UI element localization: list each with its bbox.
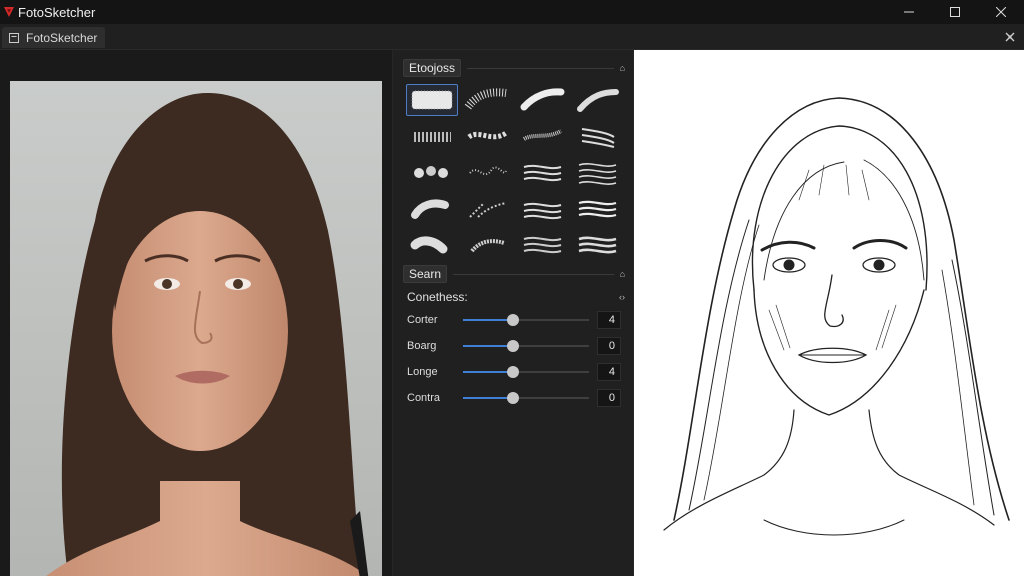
brush-preset[interactable] bbox=[406, 156, 458, 188]
brush-preset[interactable] bbox=[461, 156, 513, 188]
section-divider bbox=[467, 67, 614, 69]
brush-stroke-icon bbox=[470, 239, 505, 253]
brush-preset[interactable] bbox=[406, 192, 458, 224]
section-divider bbox=[453, 273, 614, 275]
brush-stroke-icon bbox=[411, 90, 453, 110]
brush-grid bbox=[406, 84, 620, 260]
brush-stroke-icon bbox=[523, 164, 562, 182]
brush-preset[interactable] bbox=[516, 120, 568, 152]
brush-stroke-icon bbox=[469, 166, 507, 176]
slider-track[interactable] bbox=[463, 340, 589, 352]
slider-row: Longe 4 bbox=[407, 362, 621, 382]
brush-stroke-icon bbox=[469, 202, 507, 218]
brush-stroke-icon bbox=[467, 130, 508, 140]
maximize-icon bbox=[950, 7, 960, 17]
brushes-section-title: Etoojoss bbox=[403, 59, 462, 77]
slider-thumb[interactable] bbox=[507, 392, 520, 404]
settings-panel: Etoojoss ⌂ Searn ⌂ Conethess: ‹› Corter 4… bbox=[392, 50, 634, 576]
brush-preset[interactable] bbox=[516, 192, 568, 224]
brush-stroke-icon bbox=[520, 88, 565, 111]
search-section-title: Searn bbox=[403, 265, 448, 283]
brush-preset[interactable] bbox=[571, 192, 623, 224]
brush-preset[interactable] bbox=[516, 84, 568, 116]
brush-preset[interactable] bbox=[571, 84, 623, 116]
slider-label: Boarg bbox=[407, 340, 437, 352]
brush-preset[interactable] bbox=[571, 120, 623, 152]
slider-value-field[interactable]: 4 bbox=[597, 363, 621, 381]
brush-stroke-icon bbox=[411, 199, 449, 219]
close-button[interactable] bbox=[978, 0, 1024, 24]
brush-preset[interactable] bbox=[406, 120, 458, 152]
brushes-section-header[interactable]: Etoojoss ⌂ bbox=[403, 58, 625, 78]
brush-stroke-icon bbox=[464, 88, 507, 110]
slider-value-field[interactable]: 0 bbox=[597, 389, 621, 407]
brush-stroke-icon bbox=[578, 200, 617, 218]
pin-icon[interactable] bbox=[1004, 31, 1016, 43]
slider-fill bbox=[463, 397, 514, 399]
tab-fotosketcher[interactable]: FotoSketcher bbox=[2, 27, 106, 48]
brush-preset[interactable] bbox=[406, 84, 458, 116]
search-section-header[interactable]: Searn ⌂ bbox=[403, 264, 625, 284]
slider-row: Contra 0 bbox=[407, 388, 621, 408]
app-logo-icon bbox=[4, 7, 14, 17]
sketch-preview-pane bbox=[634, 50, 1024, 576]
slider-label: Longe bbox=[407, 366, 438, 378]
slider-value-field[interactable]: 4 bbox=[597, 311, 621, 329]
collapse-icon[interactable]: ‹› bbox=[619, 292, 625, 302]
tab-label: FotoSketcher bbox=[26, 30, 98, 45]
slider-fill bbox=[463, 319, 514, 321]
maximize-button[interactable] bbox=[932, 0, 978, 24]
tab-bar: FotoSketcher bbox=[0, 24, 1024, 50]
brush-preset[interactable] bbox=[461, 192, 513, 224]
parameters-title: Conethess: bbox=[407, 290, 468, 304]
minimize-button[interactable] bbox=[886, 0, 932, 24]
slider-fill bbox=[463, 345, 514, 347]
slider-label: Corter bbox=[407, 314, 438, 326]
app-title: FotoSketcher bbox=[18, 4, 96, 20]
brush-stroke-icon bbox=[578, 236, 617, 254]
sketch-preview bbox=[634, 50, 1024, 576]
minimize-icon bbox=[904, 11, 914, 13]
brush-preset[interactable] bbox=[516, 156, 568, 188]
brush-preset[interactable] bbox=[461, 84, 513, 116]
slider-value-field[interactable]: 0 bbox=[597, 337, 621, 355]
brush-stroke-icon bbox=[577, 89, 619, 112]
brush-preset[interactable] bbox=[406, 228, 458, 260]
slider-row: Corter 4 bbox=[407, 310, 621, 330]
slider-track[interactable] bbox=[463, 314, 589, 326]
slider-thumb[interactable] bbox=[507, 314, 520, 326]
slider-fill bbox=[463, 371, 514, 373]
slider-thumb[interactable] bbox=[507, 366, 520, 378]
brush-stroke-icon bbox=[414, 132, 451, 142]
brush-preset[interactable] bbox=[571, 156, 623, 188]
brush-stroke-icon bbox=[522, 129, 562, 141]
brush-stroke-icon bbox=[523, 202, 562, 220]
slider-track[interactable] bbox=[463, 366, 589, 378]
original-photo bbox=[10, 81, 382, 576]
brush-preset[interactable] bbox=[516, 228, 568, 260]
brush-stroke-icon bbox=[410, 236, 448, 254]
document-icon bbox=[9, 32, 19, 43]
slider-thumb[interactable] bbox=[507, 340, 520, 352]
brush-preset[interactable] bbox=[461, 228, 513, 260]
expand-icon[interactable]: ⌂ bbox=[620, 269, 625, 279]
brush-preset[interactable] bbox=[571, 228, 623, 260]
brush-stroke-icon bbox=[523, 236, 562, 254]
brush-stroke-icon bbox=[414, 166, 448, 178]
parameters-header[interactable]: Conethess: ‹› bbox=[407, 289, 625, 305]
close-icon bbox=[996, 7, 1006, 17]
brush-stroke-icon bbox=[578, 163, 617, 185]
slider-label: Contra bbox=[407, 392, 441, 404]
brush-preset[interactable] bbox=[461, 120, 513, 152]
brush-stroke-icon bbox=[581, 128, 615, 148]
slider-track[interactable] bbox=[463, 392, 589, 404]
window-controls bbox=[886, 0, 1024, 24]
original-photo-pane bbox=[0, 50, 392, 576]
slider-row: Boarg 0 bbox=[407, 336, 621, 356]
title-bar: FotoSketcher bbox=[0, 0, 1024, 24]
expand-icon[interactable]: ⌂ bbox=[620, 63, 625, 73]
